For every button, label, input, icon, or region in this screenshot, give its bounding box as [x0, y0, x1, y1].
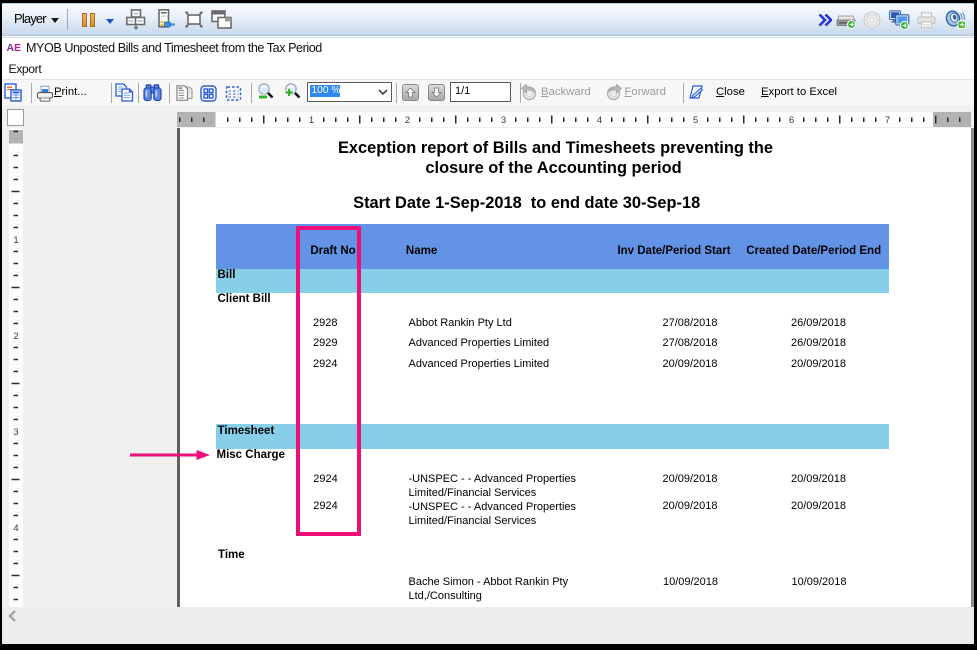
svg-text:1: 1	[309, 115, 314, 126]
svg-text:5: 5	[693, 115, 698, 126]
svg-text:2: 2	[405, 115, 410, 126]
svg-text:4: 4	[597, 115, 602, 126]
svg-text:7: 7	[885, 115, 890, 126]
svg-text:2: 2	[13, 331, 18, 342]
svg-text:6: 6	[789, 115, 794, 126]
svg-text:1: 1	[13, 235, 18, 246]
svg-text:3: 3	[501, 115, 506, 126]
svg-text:4: 4	[13, 523, 18, 534]
svg-text:3: 3	[13, 427, 18, 438]
